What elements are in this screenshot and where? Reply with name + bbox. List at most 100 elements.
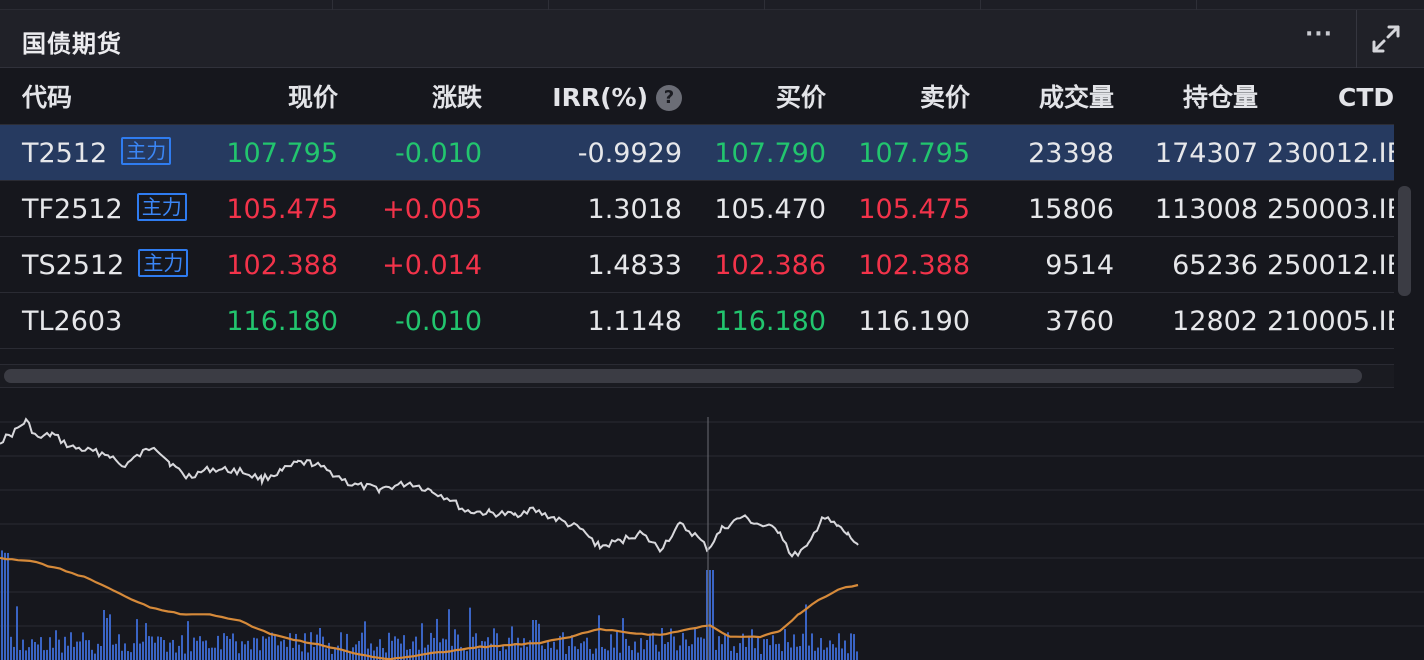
col-header-irr-label: IRR(%) xyxy=(552,83,648,112)
volume-bar xyxy=(130,652,132,660)
futures-table: 代码 现价 涨跌 IRR(%)? 买价 卖价 成交量 持仓量 CTD T2512… xyxy=(0,69,1394,364)
volume-bar xyxy=(760,653,762,660)
volume-bar xyxy=(10,636,12,660)
volume-bar xyxy=(205,640,207,660)
contract-code: TS2512 xyxy=(22,250,125,281)
volume-bar xyxy=(619,652,621,660)
volume-bar xyxy=(244,644,246,660)
volume-bar xyxy=(778,643,780,660)
volume-bar xyxy=(136,619,138,660)
table-row[interactable]: T2512 主力 107.795 -0.010 -0.9929 107.790 1… xyxy=(0,125,1394,181)
cell-irr: 1.1148 xyxy=(587,306,682,337)
volume-bar xyxy=(574,646,576,660)
volume-bar xyxy=(547,640,549,660)
volume-bar xyxy=(442,638,444,660)
volume-bar xyxy=(169,642,171,660)
volume-bar xyxy=(508,637,510,660)
col-header-ask[interactable]: 卖价 xyxy=(872,69,970,125)
col-header-ctd[interactable]: CTD xyxy=(1338,69,1394,125)
cell-code: TL2603 xyxy=(22,293,122,349)
volume-bar xyxy=(307,652,309,660)
cell-ask: 105.475 xyxy=(858,194,970,225)
cell-volume: 23398 xyxy=(1028,138,1114,169)
volume-bar xyxy=(184,653,186,660)
volume-bar xyxy=(67,645,69,660)
main-contract-badge: 主力 xyxy=(138,249,189,277)
volume-bar xyxy=(601,647,603,660)
volume-bar xyxy=(346,633,348,660)
volume-bar xyxy=(226,636,228,660)
cell-change: +0.005 xyxy=(382,194,482,225)
col-header-price[interactable]: 现价 xyxy=(240,69,338,125)
col-header-volume[interactable]: 成交量 xyxy=(990,69,1114,125)
main-contract-badge: 主力 xyxy=(121,137,172,165)
col-header-irr[interactable]: IRR(%)? xyxy=(500,69,682,125)
volume-bar xyxy=(187,621,189,660)
volume-bar xyxy=(694,627,696,660)
intraday-chart[interactable] xyxy=(0,389,1424,660)
volume-bar xyxy=(505,649,507,660)
cell-irr: 1.4833 xyxy=(587,250,682,281)
col-header-change[interactable]: 涨跌 xyxy=(384,69,482,125)
volume-bar xyxy=(388,632,390,660)
volume-bar xyxy=(754,648,756,660)
volume-bar xyxy=(541,645,543,660)
volume-bar xyxy=(391,640,393,660)
volume-bar xyxy=(289,633,291,660)
question-circle-icon[interactable]: ? xyxy=(656,85,682,111)
volume-bar xyxy=(748,635,750,660)
volume-bar xyxy=(394,636,396,660)
volume-bar xyxy=(340,632,342,660)
volume-bar xyxy=(835,647,837,660)
volume-bar xyxy=(85,640,87,660)
volume-bar xyxy=(142,641,144,660)
table-row[interactable]: TF2512 主力 105.475 +0.005 1.3018 105.470 1… xyxy=(0,181,1394,237)
more-options-button[interactable]: ··· xyxy=(1296,20,1342,58)
expand-button[interactable] xyxy=(1356,10,1414,68)
table-row[interactable]: TL2603 116.180 -0.010 1.1148 116.180 116… xyxy=(0,293,1394,349)
volume-bars xyxy=(1,550,858,660)
volume-bar xyxy=(37,644,39,660)
volume-bar xyxy=(526,646,528,660)
volume-bar xyxy=(520,647,522,660)
volume-bar xyxy=(358,640,360,660)
volume-bar xyxy=(514,643,516,660)
col-header-code[interactable]: 代码 xyxy=(22,69,72,125)
volume-bar xyxy=(217,635,219,660)
volume-bar xyxy=(523,638,525,660)
volume-bar xyxy=(250,649,252,660)
volume-bar xyxy=(811,633,813,660)
contract-code: TL2603 xyxy=(22,306,123,337)
volume-bar xyxy=(49,637,51,660)
col-header-bid[interactable]: 买价 xyxy=(728,69,826,125)
volume-bar xyxy=(76,641,78,660)
volume-bar xyxy=(175,652,177,660)
volume-bar xyxy=(265,638,267,660)
volume-bar xyxy=(736,652,738,660)
volume-bar xyxy=(763,639,765,660)
volume-bar xyxy=(832,644,834,660)
panel-title: 国债期货 xyxy=(22,30,122,58)
volume-bar xyxy=(145,623,147,660)
volume-bar xyxy=(607,650,609,660)
volume-bar xyxy=(556,649,558,660)
intraday-chart-svg xyxy=(0,417,1424,660)
cell-price: 116.180 xyxy=(226,306,338,337)
volume-bar xyxy=(535,620,537,660)
average-price-line xyxy=(0,556,859,660)
volume-bar xyxy=(88,640,90,660)
col-header-open-interest[interactable]: 持仓量 xyxy=(1134,69,1258,125)
volume-bar xyxy=(643,649,645,660)
cell-volume: 15806 xyxy=(1028,194,1114,225)
table-row[interactable]: TS2512 主力 102.388 +0.014 1.4833 102.386 1… xyxy=(0,237,1394,293)
volume-bar xyxy=(691,644,693,660)
volume-bar xyxy=(493,628,495,660)
volume-bar xyxy=(481,641,483,660)
volume-bar xyxy=(25,650,27,660)
volume-bar xyxy=(43,650,45,660)
horizontal-scrollbar-thumb[interactable] xyxy=(4,369,1362,383)
volume-bar xyxy=(745,646,747,660)
vertical-scrollbar-thumb[interactable] xyxy=(1398,186,1411,296)
volume-bar xyxy=(787,642,789,660)
volume-bar xyxy=(550,647,552,660)
